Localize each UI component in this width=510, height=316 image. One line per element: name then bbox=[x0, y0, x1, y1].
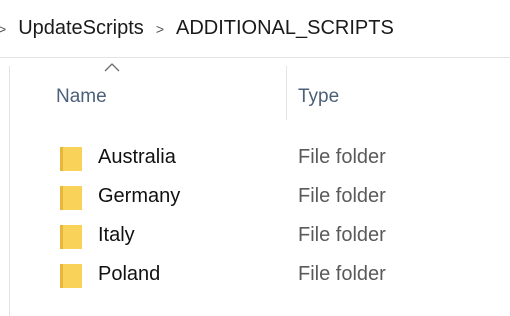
file-name: Australia bbox=[98, 146, 176, 168]
list-item[interactable]: Germany File folder bbox=[56, 177, 496, 217]
file-name: Italy bbox=[98, 224, 135, 246]
breadcrumb-item-additional-scripts[interactable]: ADDITIONAL_SCRIPTS bbox=[176, 17, 394, 40]
list-item[interactable]: Australia File folder bbox=[56, 138, 496, 178]
file-name: Germany bbox=[98, 185, 181, 207]
sort-ascending-icon bbox=[104, 63, 120, 72]
breadcrumb-item-updatescripts[interactable]: UpdateScripts bbox=[18, 17, 144, 40]
file-type: File folder bbox=[298, 263, 386, 285]
column-header-name[interactable]: Name bbox=[56, 86, 107, 108]
folder-icon bbox=[60, 264, 82, 288]
column-header-type[interactable]: Type bbox=[298, 86, 339, 108]
folder-icon bbox=[60, 225, 82, 249]
file-type: File folder bbox=[298, 146, 386, 168]
file-type: File folder bbox=[298, 224, 386, 246]
column-resize-handle[interactable] bbox=[286, 66, 287, 120]
folder-icon bbox=[60, 147, 82, 171]
list-item[interactable]: Poland File folder bbox=[56, 255, 496, 295]
chevron-right-icon[interactable]: > bbox=[0, 21, 6, 37]
pane-border bbox=[9, 66, 10, 316]
chevron-right-icon[interactable]: > bbox=[156, 21, 164, 37]
file-name: Poland bbox=[98, 263, 161, 285]
list-item[interactable]: Italy File folder bbox=[56, 216, 496, 256]
file-type: File folder bbox=[298, 185, 386, 207]
address-divider bbox=[0, 57, 510, 58]
folder-icon bbox=[60, 186, 82, 210]
breadcrumb: > UpdateScripts > ADDITIONAL_SCRIPTS bbox=[0, 0, 510, 56]
